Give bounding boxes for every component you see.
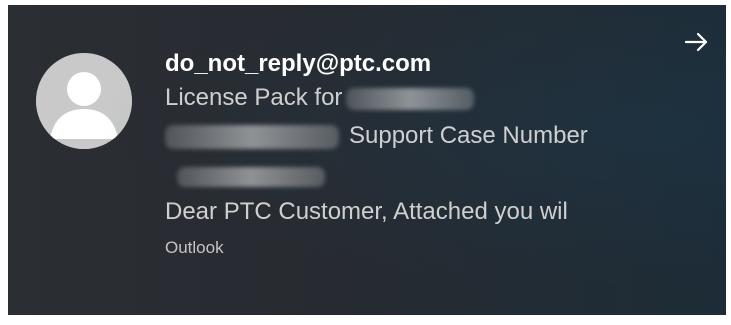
subject-line-3 [165,155,588,193]
redacted-text [165,124,339,149]
message-preview: Dear PTC Customer, Attached you wil [165,198,568,225]
subject-line-2: Support Case Number [165,117,588,155]
redacted-text [346,87,475,110]
subject-text-1: License Pack for [165,84,343,111]
sender-avatar-icon [36,53,132,149]
toast-notification[interactable]: do_not_reply@ptc.com License Pack for Su… [8,5,726,315]
arrow-right-icon[interactable] [682,27,712,57]
sender-email: do_not_reply@ptc.com [165,50,432,77]
notification-body: do_not_reply@ptc.com License Pack for Su… [165,49,588,261]
redacted-text [177,166,325,187]
subject-text-2: Support Case Number [349,122,588,149]
app-name: Outlook [165,238,224,257]
subject-line-1: License Pack for [165,79,588,117]
